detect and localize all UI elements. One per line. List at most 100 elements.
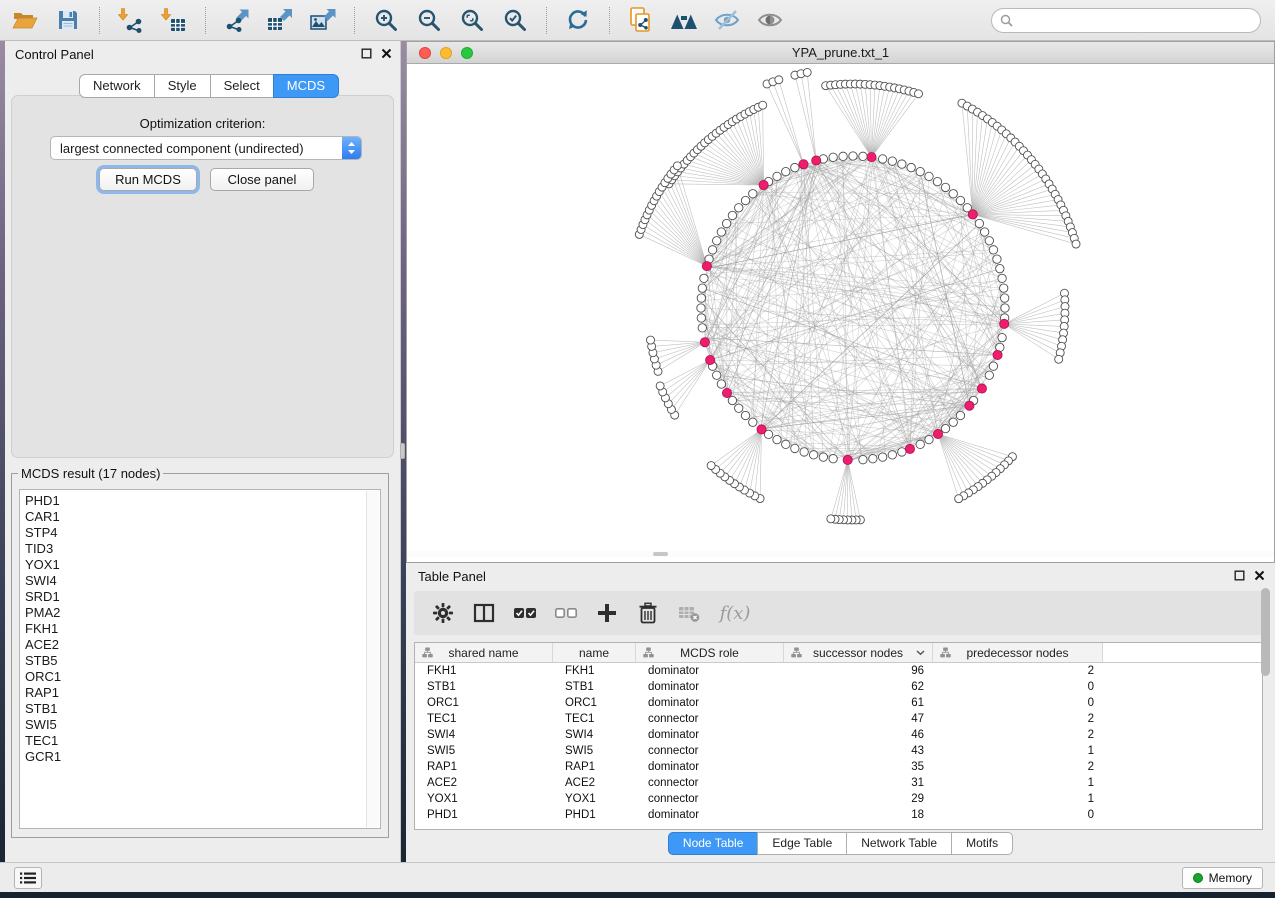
global-search-box[interactable] bbox=[991, 8, 1261, 33]
table-scrollbar[interactable] bbox=[1260, 586, 1271, 826]
tab-select[interactable]: Select bbox=[210, 74, 274, 98]
column-header-role[interactable]: MCDS role bbox=[636, 643, 784, 662]
network-node[interactable] bbox=[956, 411, 964, 419]
zoom-in-icon[interactable] bbox=[371, 5, 401, 35]
mcds-network-node[interactable] bbox=[722, 388, 731, 397]
network-node[interactable] bbox=[749, 190, 757, 198]
table-row[interactable]: ACE2ACE2connector311 bbox=[415, 775, 1262, 791]
mcds-result-item[interactable]: FKH1 bbox=[25, 621, 380, 637]
mcds-result-item[interactable]: PHD1 bbox=[25, 493, 380, 509]
network-node[interactable] bbox=[827, 515, 835, 523]
network-node[interactable] bbox=[728, 396, 736, 404]
clone-network-icon[interactable] bbox=[626, 5, 656, 35]
column-header-predecessors[interactable]: predecessor nodes bbox=[933, 643, 1103, 662]
network-node[interactable] bbox=[956, 196, 964, 204]
mcds-network-node[interactable] bbox=[799, 160, 808, 169]
network-node[interactable] bbox=[1072, 240, 1080, 248]
network-node[interactable] bbox=[907, 163, 915, 171]
mcds-network-node[interactable] bbox=[867, 153, 876, 162]
network-graph[interactable] bbox=[407, 64, 1274, 557]
column-header-successors[interactable]: successor nodes bbox=[784, 643, 933, 662]
network-node[interactable] bbox=[859, 152, 867, 160]
save-session-icon[interactable] bbox=[53, 5, 83, 35]
network-node[interactable] bbox=[989, 246, 997, 254]
tab-network[interactable]: Network bbox=[79, 74, 155, 98]
mcds-result-item[interactable]: ORC1 bbox=[25, 669, 380, 685]
table-row[interactable]: SWI5SWI5connector431 bbox=[415, 743, 1262, 759]
column-header-shared_name[interactable]: shared name bbox=[415, 643, 553, 662]
network-node[interactable] bbox=[898, 160, 906, 168]
table-row[interactable]: ORC1ORC1dominator610 bbox=[415, 695, 1262, 711]
network-node[interactable] bbox=[697, 294, 705, 302]
network-node[interactable] bbox=[803, 68, 811, 76]
network-node[interactable] bbox=[998, 274, 1006, 282]
refresh-view-icon[interactable] bbox=[563, 5, 593, 35]
open-file-icon[interactable] bbox=[10, 5, 40, 35]
mcds-result-item[interactable]: STB1 bbox=[25, 701, 380, 717]
table-row[interactable]: SWI4SWI4dominator462 bbox=[415, 727, 1262, 743]
close-panel-button[interactable]: Close panel bbox=[210, 168, 314, 191]
network-node[interactable] bbox=[707, 462, 715, 470]
mcds-network-node[interactable] bbox=[700, 338, 709, 347]
tab-motifs[interactable]: Motifs bbox=[951, 832, 1013, 855]
criterion-dropdown[interactable]: largest connected component (undirected) bbox=[50, 136, 362, 160]
export-image-icon[interactable] bbox=[308, 5, 338, 35]
minimize-window-icon[interactable] bbox=[440, 47, 452, 59]
network-node[interactable] bbox=[697, 314, 705, 322]
network-node[interactable] bbox=[980, 228, 988, 236]
network-node[interactable] bbox=[819, 453, 827, 461]
network-node[interactable] bbox=[916, 167, 924, 175]
mcds-result-item[interactable]: TEC1 bbox=[25, 733, 380, 749]
create-column-plus-icon[interactable] bbox=[594, 600, 620, 626]
network-node[interactable] bbox=[888, 451, 896, 459]
mcds-result-item[interactable]: SWI5 bbox=[25, 717, 380, 733]
float-panel-icon[interactable] bbox=[361, 48, 372, 59]
mcds-result-item[interactable]: RAP1 bbox=[25, 685, 380, 701]
network-node[interactable] bbox=[698, 324, 706, 332]
mcds-network-node[interactable] bbox=[977, 384, 986, 393]
network-node[interactable] bbox=[717, 228, 725, 236]
network-node[interactable] bbox=[999, 284, 1007, 292]
network-node[interactable] bbox=[916, 440, 924, 448]
zoom-fit-icon[interactable] bbox=[457, 5, 487, 35]
network-node[interactable] bbox=[698, 284, 706, 292]
network-node[interactable] bbox=[859, 455, 867, 463]
network-node[interactable] bbox=[791, 444, 799, 452]
network-node[interactable] bbox=[717, 380, 725, 388]
table-row[interactable]: PHD1PHD1dominator180 bbox=[415, 807, 1262, 823]
table-row[interactable]: YOX1YOX1connector291 bbox=[415, 791, 1262, 807]
mcds-network-node[interactable] bbox=[993, 350, 1002, 359]
mcds-network-node[interactable] bbox=[933, 429, 942, 438]
network-window-titlebar[interactable]: YPA_prune.txt_1 bbox=[407, 42, 1274, 64]
show-column-panel-icon[interactable] bbox=[471, 600, 497, 626]
network-node[interactable] bbox=[749, 418, 757, 426]
mcds-result-item[interactable]: STB5 bbox=[25, 653, 380, 669]
panel-splitter-handle[interactable] bbox=[400, 443, 405, 459]
network-node[interactable] bbox=[878, 453, 886, 461]
network-node[interactable] bbox=[741, 196, 749, 204]
mcds-network-node[interactable] bbox=[843, 455, 852, 464]
mcds-network-node[interactable] bbox=[757, 425, 766, 434]
search-network-icon[interactable] bbox=[669, 5, 699, 35]
run-mcds-button[interactable]: Run MCDS bbox=[99, 168, 197, 191]
network-node[interactable] bbox=[829, 454, 837, 462]
network-node[interactable] bbox=[728, 211, 736, 219]
export-network-icon[interactable] bbox=[222, 5, 252, 35]
memory-button[interactable]: Memory bbox=[1182, 867, 1263, 889]
mcds-network-node[interactable] bbox=[702, 262, 711, 271]
network-node[interactable] bbox=[898, 448, 906, 456]
mcds-result-item[interactable]: YOX1 bbox=[25, 557, 380, 573]
search-input[interactable] bbox=[1018, 12, 1252, 28]
export-table-icon[interactable] bbox=[265, 5, 295, 35]
network-node[interactable] bbox=[735, 204, 743, 212]
network-node[interactable] bbox=[998, 333, 1006, 341]
network-node[interactable] bbox=[791, 163, 799, 171]
tab-network-table[interactable]: Network Table bbox=[846, 832, 952, 855]
network-node[interactable] bbox=[829, 153, 837, 161]
network-node[interactable] bbox=[782, 167, 790, 175]
network-node[interactable] bbox=[869, 454, 877, 462]
network-node[interactable] bbox=[735, 404, 743, 412]
network-node[interactable] bbox=[914, 90, 922, 98]
zoom-selected-icon[interactable] bbox=[500, 5, 530, 35]
close-panel-icon[interactable] bbox=[381, 48, 392, 59]
